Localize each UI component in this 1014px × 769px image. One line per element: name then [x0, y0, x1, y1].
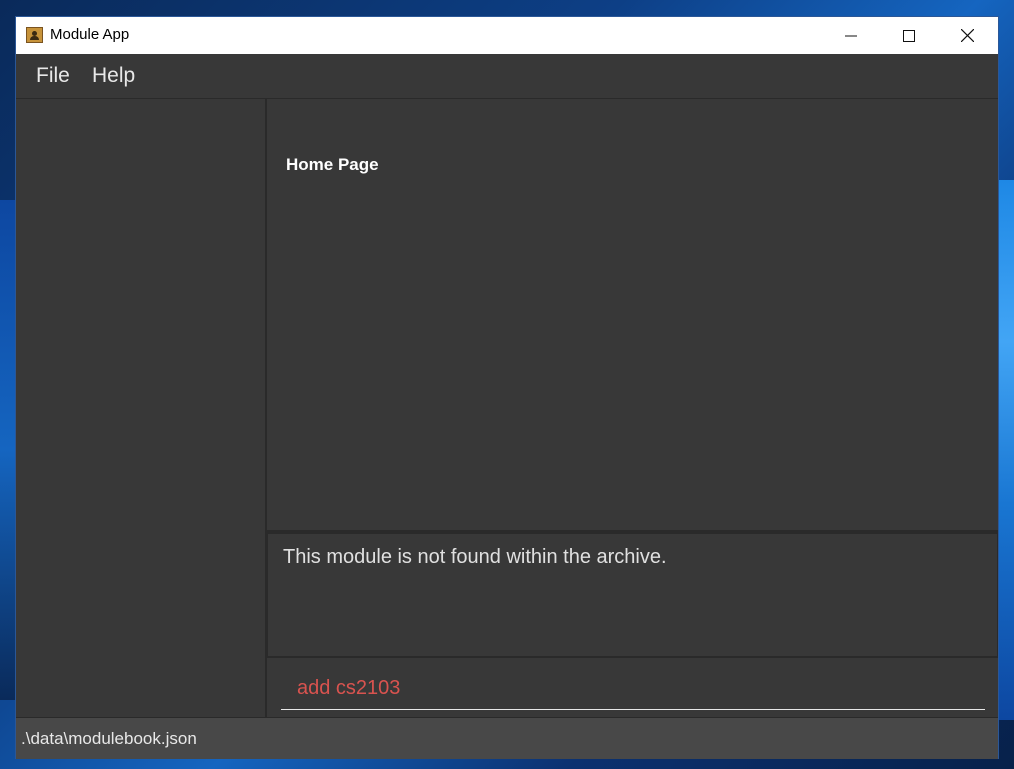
- menu-file[interactable]: File: [36, 64, 70, 88]
- module-list-panel[interactable]: [16, 99, 267, 717]
- result-display-panel[interactable]: This module is not found within the arch…: [267, 533, 998, 659]
- command-input[interactable]: [281, 668, 985, 710]
- close-button[interactable]: [938, 17, 996, 54]
- app-window: Module App File Help Home Page This modu…: [16, 17, 998, 759]
- status-bar: .\data\modulebook.json: [16, 717, 998, 759]
- title-bar[interactable]: Module App: [16, 17, 998, 54]
- menu-help[interactable]: Help: [92, 64, 135, 88]
- close-icon: [960, 29, 974, 42]
- minimize-icon: [845, 35, 857, 36]
- app-person-icon: [26, 27, 43, 43]
- save-location-path: .\data\modulebook.json: [21, 729, 197, 748]
- maximize-icon: [903, 29, 915, 42]
- page-title: Home Page: [286, 155, 379, 174]
- result-message: This module is not found within the arch…: [283, 546, 667, 568]
- menu-bar: File Help: [16, 54, 998, 99]
- minimize-button[interactable]: [822, 17, 880, 54]
- command-box: [267, 658, 998, 717]
- window-title: Module App: [50, 26, 130, 43]
- main-content-panel: Home Page: [267, 99, 998, 533]
- maximize-button[interactable]: [880, 17, 938, 54]
